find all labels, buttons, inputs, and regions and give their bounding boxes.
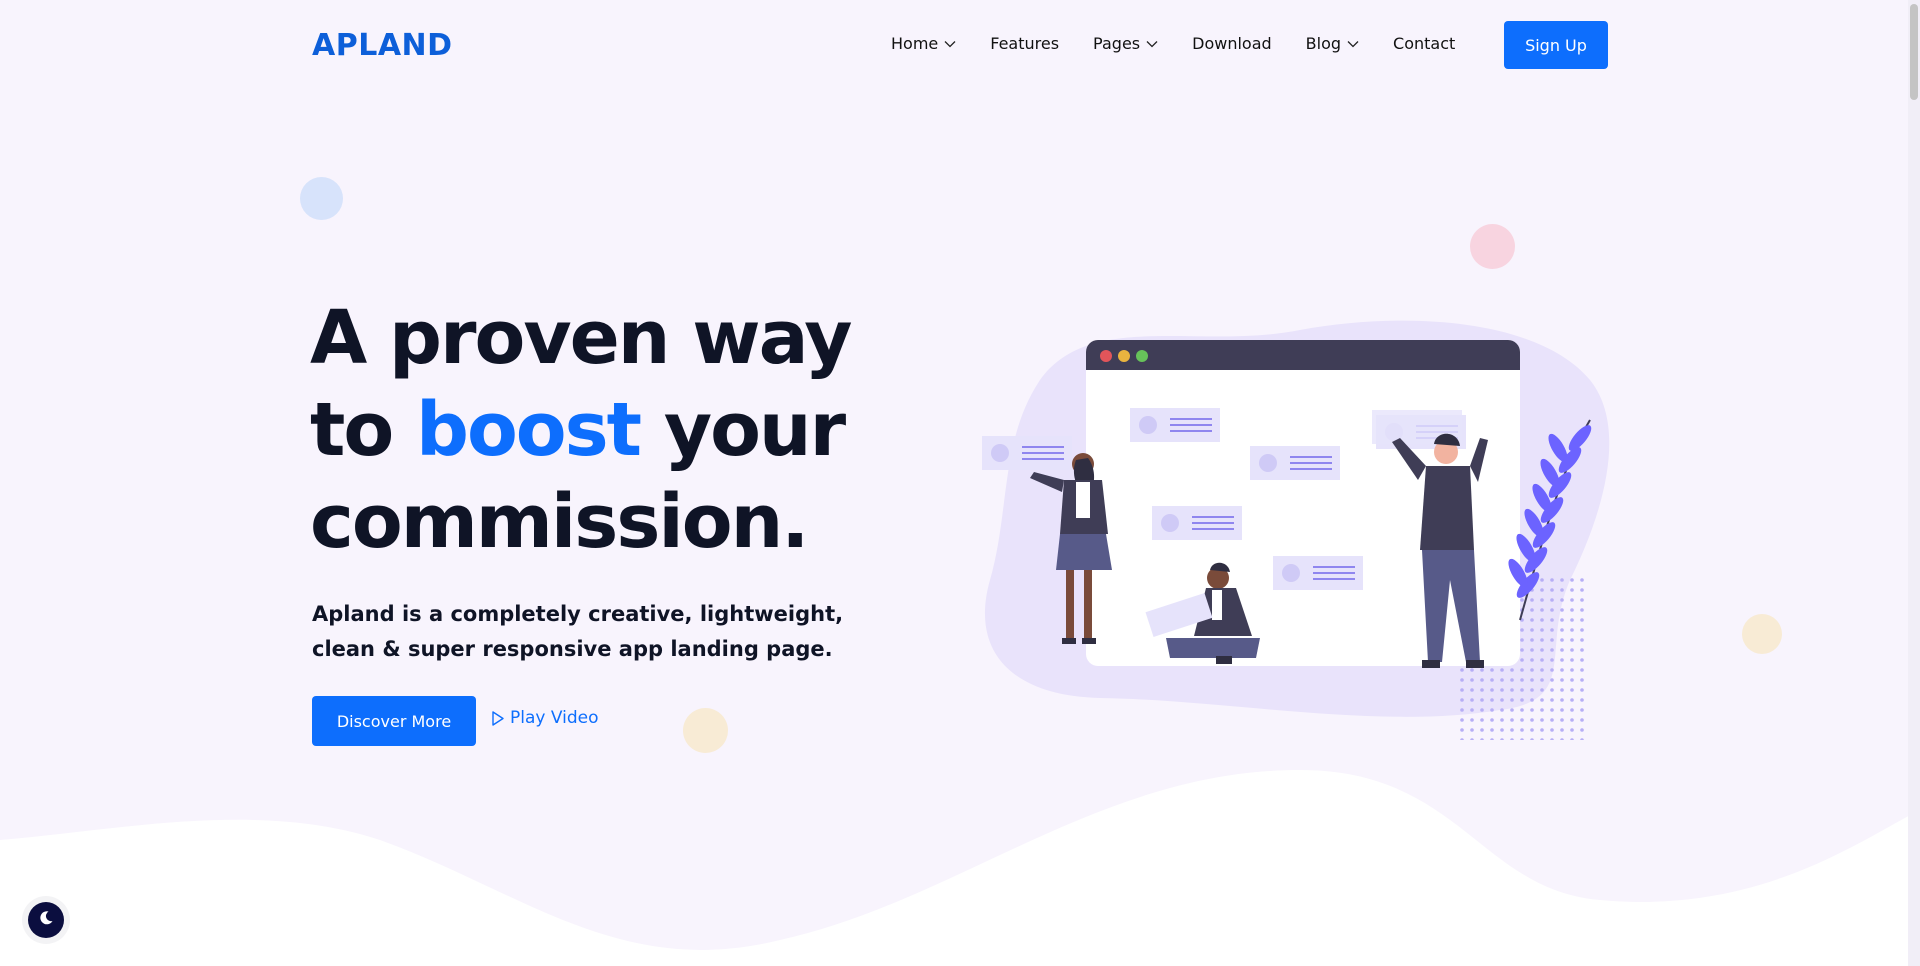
sign-up-button[interactable]: Sign Up: [1504, 21, 1608, 69]
hero-subtitle: Apland is a completely creative, lightwe…: [312, 602, 844, 661]
nav-item-contact[interactable]: Contact: [1393, 34, 1455, 53]
headline-line-3: commission.: [310, 479, 809, 565]
nav-item-pages[interactable]: Pages: [1093, 34, 1158, 53]
headline-line-2-suffix: your: [640, 387, 846, 473]
nav-item-home[interactable]: Home: [891, 34, 956, 53]
browser-titlebar: [1086, 340, 1520, 370]
landing-page: APLAND Home Features Pages Download Blog: [0, 0, 1920, 966]
discover-more-button[interactable]: Discover More: [312, 696, 476, 746]
bottom-wave: [0, 770, 1920, 966]
nav-item-label: Home: [891, 34, 939, 53]
nav-item-label: Pages: [1093, 34, 1141, 53]
scrollbar-thumb[interactable]: [1910, 4, 1918, 100]
nav-item-label: Download: [1192, 34, 1272, 53]
chevron-down-icon: [1146, 40, 1158, 48]
decorative-circle-yellow-right: [1742, 614, 1782, 654]
hero-headline: A proven way to boost your commission.: [310, 292, 852, 568]
nav-item-download[interactable]: Download: [1192, 34, 1272, 53]
decorative-circle-blue: [300, 177, 343, 220]
nav-item-features[interactable]: Features: [990, 34, 1059, 53]
headline-accent-word: boost: [415, 387, 642, 473]
moon-icon: [38, 910, 54, 930]
play-video-label: Play Video: [510, 708, 599, 728]
main-nav: Home Features Pages Download Blog Contac…: [891, 34, 1489, 53]
page-scrollbar[interactable]: [1908, 0, 1920, 966]
nav-item-blog[interactable]: Blog: [1306, 34, 1359, 53]
nav-item-label: Contact: [1393, 34, 1456, 53]
play-icon: [492, 710, 504, 726]
brand-logo[interactable]: APLAND: [312, 28, 453, 63]
chevron-down-icon: [1347, 40, 1359, 48]
headline-line-2-prefix: to: [310, 387, 416, 473]
decorative-circle-pink: [1470, 224, 1515, 269]
nav-item-label: Blog: [1305, 34, 1342, 53]
headline-line-1: A proven way: [310, 295, 852, 381]
hero-illustration: [982, 320, 1610, 740]
chevron-down-icon: [944, 40, 956, 48]
nav-item-label: Features: [990, 34, 1060, 53]
dark-mode-toggle[interactable]: [28, 902, 64, 938]
play-video-link[interactable]: Play Video: [492, 708, 599, 728]
